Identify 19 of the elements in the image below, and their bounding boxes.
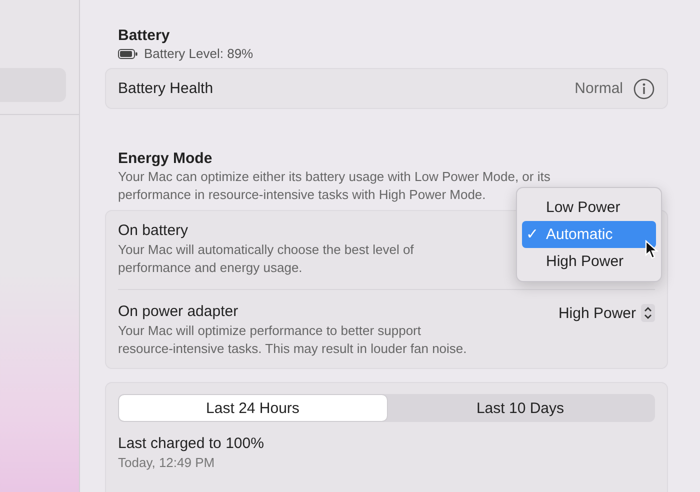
info-icon[interactable] (633, 78, 655, 100)
menu-item[interactable]: High Power (522, 248, 656, 275)
row-description: Your Mac will automatically choose the best level of performance and energy usage. (118, 241, 415, 277)
mode-popup-button[interactable]: High Power (558, 304, 655, 322)
battery-level: Battery Level: 89% (144, 45, 254, 63)
pointer-icon (645, 240, 659, 260)
last-charged: Last charged to 100% (118, 434, 265, 454)
range-tab[interactable]: Last 10 Days (386, 395, 654, 421)
stepper-icon (641, 304, 655, 322)
section-title: Energy Mode (118, 149, 214, 168)
row-description: Your Mac will optimize performance to better support resource-intensive tasks. This may result in louder fan noise. (118, 322, 468, 358)
row-title: On battery (118, 221, 188, 241)
range-tab[interactable]: Last 24 Hours (119, 395, 386, 421)
battery-icon (118, 49, 138, 59)
battery-health-value: Normal (574, 80, 623, 97)
battery-health-label: Battery Health (118, 78, 214, 98)
row-title: On power adapter (118, 302, 238, 322)
charge-time: Today, 12:49 PM (118, 454, 216, 472)
section-title: Battery (118, 26, 171, 45)
